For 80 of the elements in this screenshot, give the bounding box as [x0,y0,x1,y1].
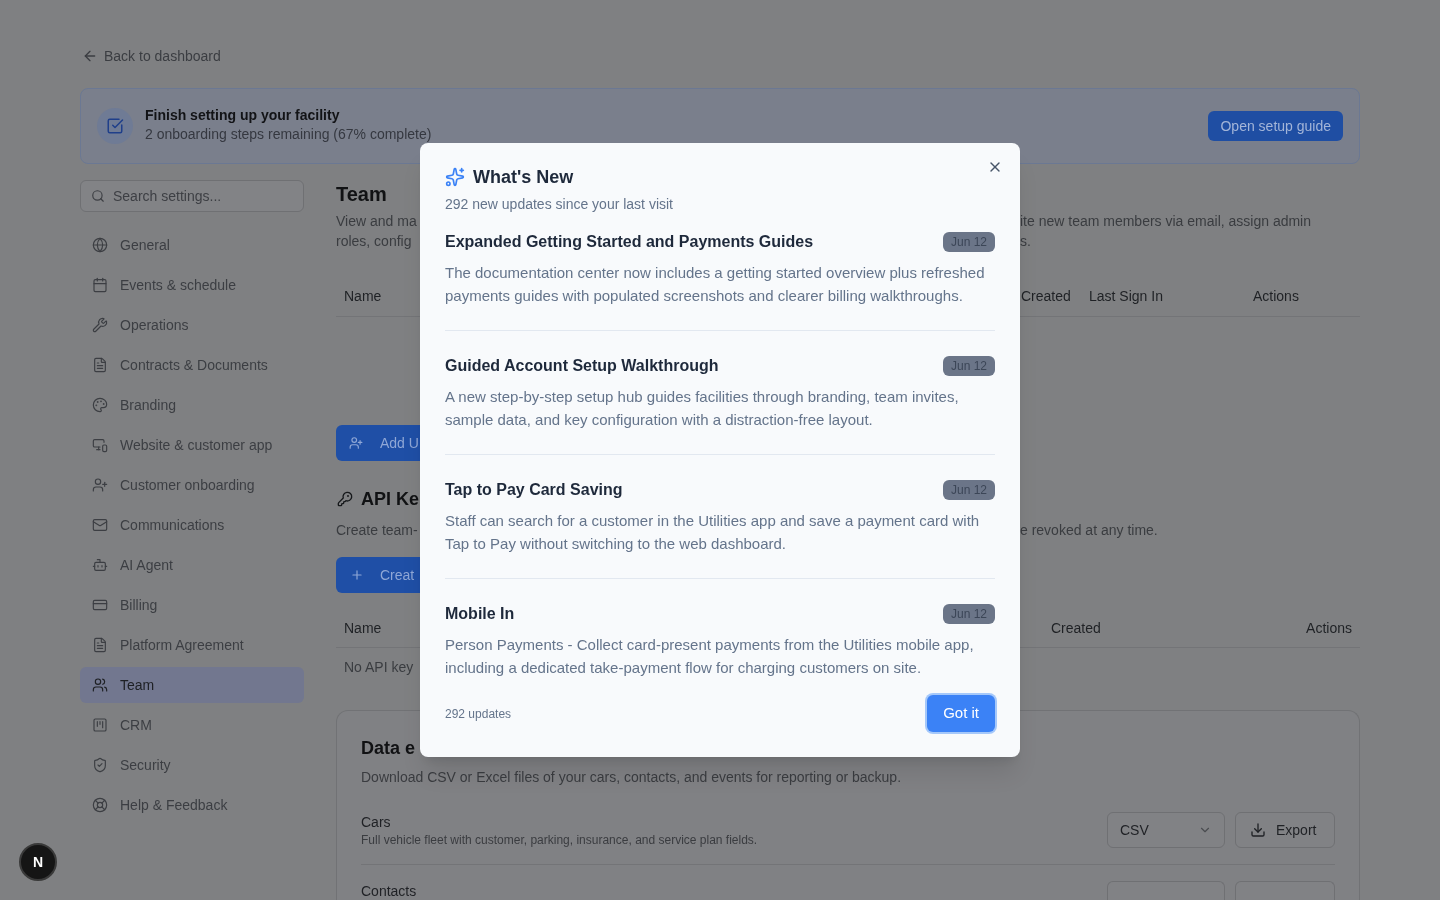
dev-indicator-button[interactable]: N [19,843,57,881]
update-description: The documentation center now includes a getting started overview plus refreshed payments guides with populated screenshots and clearer billing walkthroughs. [445,263,985,306]
sidebar-item[interactable]: CRM [80,707,304,743]
column-header: Created [1021,287,1071,306]
description-text: Download CSV or Excel files of your cars, contacts, and events for reporting or backup. [361,768,902,787]
column-header: Last Sign In [1089,287,1163,306]
key-icon [337,491,353,507]
empty-state-text: No API key [344,658,414,677]
description-text: e revoked at any time. [1020,521,1158,540]
sidebar-item[interactable]: Communications [80,507,304,543]
open-setup-guide-button[interactable]: Open setup guide [1208,111,1343,141]
got-it-button[interactable]: Got it [927,695,995,732]
sidebar-item[interactable]: Contracts & Documents [80,347,304,383]
shield-check-icon [92,757,108,773]
calendar-icon [92,277,108,293]
banner-subtitle: 2 onboarding steps remaining (67% complete) [145,127,432,141]
sidebar-item[interactable]: Billing [80,587,304,623]
description-text: s. [1020,232,1031,251]
description-text: ite new team members via email, assign admin [1020,212,1311,231]
export-item-description: Full vehicle fleet with customer, parking, insurance, and service plan fields. [361,832,758,848]
dialog-subtitle: 292 new updates since your last visit [445,195,673,214]
update-description: A new step-by-step setup hub guides facilities through branding, team invites, sample data, and key configuration with a distraction-free layout. [445,387,960,430]
credit-card-icon [92,597,108,613]
create-key-button[interactable]: Creat [336,557,420,593]
update-title: Mobile In [445,604,515,624]
export-button[interactable]: Export [1235,812,1335,848]
sidebar-item[interactable]: Security [80,747,304,783]
column-header: Created [1051,618,1101,638]
update-description: Person Payments - Collect card-present payments from the Utilities mobile app, including a dedicated take-payment flow for charging customers on site. [445,635,975,678]
sidebar-item[interactable]: Help & Feedback [80,787,304,823]
update-title: Expanded Getting Started and Payments Guides [445,232,814,252]
search-field[interactable]: Search settings... [80,180,304,212]
sidebar-item[interactable]: Branding [80,387,304,423]
monitor-phone-icon [92,437,108,453]
users-icon [92,677,108,693]
user-plus-icon [349,436,363,450]
sidebar-item[interactable]: Customer onboarding [80,467,304,503]
dialog-title: What's New [473,166,574,189]
description-text: roles, config [336,232,412,251]
update-count: 292 updates [445,705,512,722]
column-header: Actions [1253,287,1299,306]
back-link[interactable]: Back to dashboard [82,46,221,66]
wrench-icon [92,317,108,333]
mail-icon [92,517,108,533]
section-heading: API Ke [361,488,420,511]
banner-title: Finish setting up your facility [145,106,340,125]
export-item-name: Contacts [361,882,417,900]
sidebar-item[interactable]: Team [80,667,304,703]
download-icon [1250,822,1266,838]
sidebar-item[interactable]: General [80,227,304,263]
section-heading: Data e [361,737,416,760]
description-text: View and ma [336,212,417,231]
lifebuoy-icon [92,797,108,813]
update-description: Staff can search for a customer in the Utilities app and save a payment card with Tap to Pay without switching to the web dashboard. [445,511,981,554]
export-item-name: Cars [361,813,391,832]
user-plus-icon [92,477,108,493]
sidebar-item[interactable]: Website & customer app [80,427,304,463]
document-icon [92,637,108,653]
format-select[interactable]: CSV [1107,812,1225,848]
update-title: Guided Account Setup Walkthrough [445,356,719,376]
globe-icon [92,237,108,253]
palette-icon [92,397,108,413]
sparkles-icon [445,167,465,187]
checklist-icon [97,108,133,144]
sidebar-item[interactable]: Events & schedule [80,267,304,303]
column-header: Name [344,618,382,638]
sidebar-item[interactable]: Operations [80,307,304,343]
page-title: Team [336,182,387,207]
column-header: Actions [1306,618,1352,638]
sidebar-item[interactable]: AI Agent [80,547,304,583]
sidebar-item[interactable]: Platform Agreement [80,627,304,663]
column-header: Name [344,287,382,306]
search-icon [91,189,105,203]
kanban-icon [92,717,108,733]
robot-icon [92,557,108,573]
update-title: Tap to Pay Card Saving [445,480,623,500]
description-text: Create team- [336,521,418,540]
plus-icon [350,568,364,582]
add-user-button[interactable]: Add U [336,425,420,461]
document-icon [92,357,108,373]
